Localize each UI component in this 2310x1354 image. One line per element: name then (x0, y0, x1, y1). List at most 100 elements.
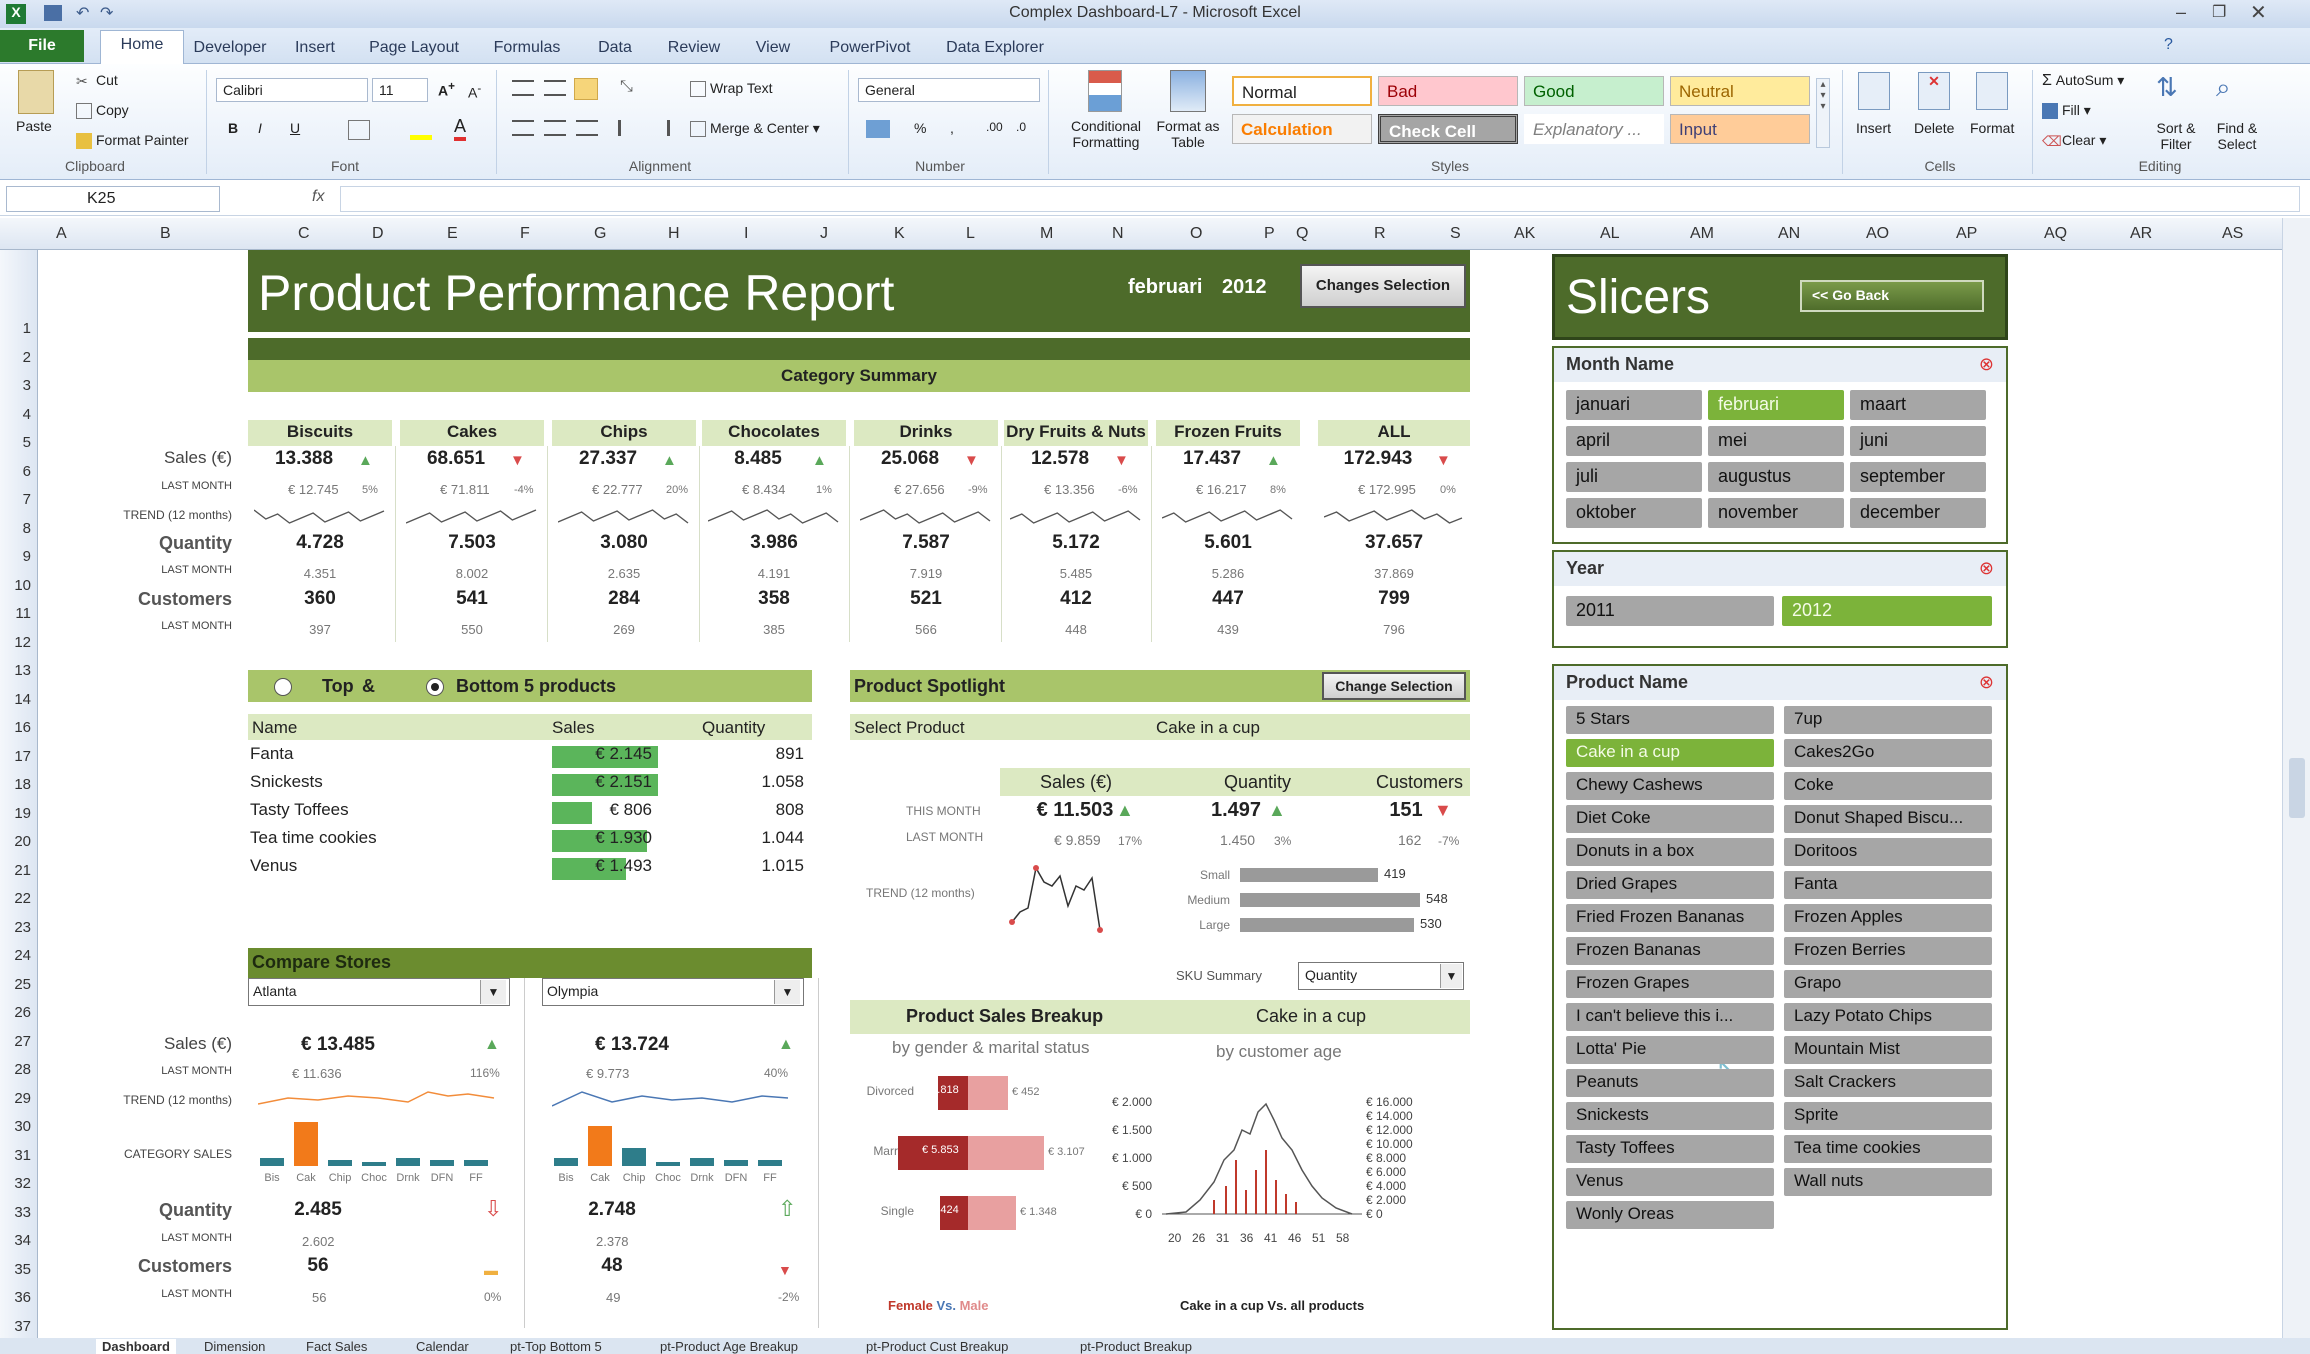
insert-function-icon[interactable]: fx (312, 188, 324, 206)
autosum-button[interactable]: Σ AutoSum ▾ (2042, 72, 2124, 90)
column-header[interactable]: B (160, 225, 171, 243)
row-header[interactable]: 16 (14, 719, 31, 736)
format-painter-button[interactable]: Format Painter (76, 132, 189, 150)
row-header[interactable]: 36 (14, 1289, 31, 1306)
tab-data[interactable]: Data (590, 34, 640, 64)
align-right-icon[interactable] (576, 120, 598, 136)
row-header[interactable]: 4 (23, 406, 31, 423)
sheet-tab[interactable]: Dimension (198, 1339, 271, 1354)
month-mei[interactable]: mei (1708, 426, 1844, 456)
style-calculation[interactable]: Calculation (1232, 114, 1372, 144)
top-radio[interactable] (274, 678, 292, 696)
minimize-icon[interactable]: – (2176, 2, 2186, 23)
sheet-tab[interactable]: Calendar (410, 1339, 475, 1354)
tab-view[interactable]: View (746, 34, 800, 64)
row-header[interactable]: 2 (23, 349, 31, 366)
format-as-table-button[interactable]: Format as Table (1146, 118, 1230, 150)
column-header[interactable]: F (520, 225, 530, 243)
merge-center-button[interactable]: Merge & Center ▾ (690, 120, 820, 138)
row-header[interactable]: 35 (14, 1261, 31, 1278)
row-header[interactable]: 10 (14, 577, 31, 594)
month-december[interactable]: december (1850, 498, 1986, 528)
insert-cells-icon[interactable] (1858, 72, 1890, 110)
fill-color-icon[interactable] (410, 120, 432, 140)
help-icon[interactable]: ? (2164, 36, 2173, 54)
row-header[interactable]: 12 (14, 634, 31, 651)
sheet-tab[interactable]: pt-Product Breakup (1074, 1339, 1198, 1354)
conditional-formatting-button[interactable]: Conditional Formatting (1058, 118, 1154, 150)
align-center-icon[interactable] (544, 120, 566, 136)
find-select-icon[interactable]: ⌕ (2216, 72, 2248, 110)
row-header[interactable]: 11 (15, 605, 31, 622)
product-peanuts[interactable]: Peanuts (1566, 1069, 1774, 1097)
product-doritoos[interactable]: Doritoos (1784, 838, 1992, 866)
sheet-tab[interactable]: pt-Top Bottom 5 (504, 1339, 608, 1354)
tab-file[interactable]: File (0, 30, 84, 62)
product-wall-nuts[interactable]: Wall nuts (1784, 1168, 1992, 1196)
product-salt-crackers[interactable]: Salt Crackers (1784, 1069, 1992, 1097)
column-header[interactable]: AO (1866, 225, 1889, 243)
font-color-icon[interactable]: A (454, 116, 467, 141)
style-normal[interactable]: Normal (1232, 76, 1372, 106)
row-header[interactable]: 20 (14, 833, 31, 850)
row-header[interactable]: 18 (14, 776, 31, 793)
format-cells-button[interactable]: Format (1970, 120, 2014, 136)
italic-icon[interactable]: I (258, 120, 262, 136)
column-header[interactable]: K (894, 225, 905, 243)
column-header[interactable]: AK (1514, 225, 1535, 243)
row-header[interactable]: 3 (23, 377, 31, 394)
month-juli[interactable]: juli (1566, 462, 1702, 492)
product-frozen-grapes[interactable]: Frozen Grapes (1566, 970, 1774, 998)
product-frozen-bananas[interactable]: Frozen Bananas (1566, 937, 1774, 965)
column-header[interactable]: AP (1956, 225, 1977, 243)
column-header[interactable]: I (744, 225, 748, 243)
sort-filter-icon[interactable]: ⇅ (2156, 72, 2188, 110)
wrap-text-button[interactable]: Wrap Text (690, 80, 773, 98)
tab-data-explorer[interactable]: Data Explorer (940, 34, 1050, 64)
column-header[interactable]: AS (2222, 225, 2243, 243)
format-cells-icon[interactable] (1976, 72, 2008, 110)
sheet-tab[interactable]: pt-Product Cust Breakup (860, 1339, 1014, 1354)
product-chewy-cashews[interactable]: Chewy Cashews (1566, 772, 1774, 800)
changes-selection-button[interactable]: Changes Selection (1300, 264, 1466, 308)
row-header[interactable]: 9 (23, 548, 31, 565)
year-2011[interactable]: 2011 (1566, 596, 1774, 626)
product-fanta[interactable]: Fanta (1784, 871, 1992, 899)
decrease-indent-icon[interactable] (618, 120, 640, 136)
align-left-icon[interactable] (512, 120, 534, 136)
row-header[interactable]: 1 (23, 320, 31, 337)
row-header[interactable]: 6 (23, 463, 31, 480)
product-snickests[interactable]: Snickests (1566, 1102, 1774, 1130)
bold-icon[interactable]: B (228, 120, 238, 136)
tab-home[interactable]: Home (100, 30, 184, 64)
row-header[interactable]: 13 (14, 662, 31, 679)
month-november[interactable]: november (1708, 498, 1844, 528)
row-header[interactable]: 21 (14, 862, 31, 879)
sheet-tab[interactable]: Dashboard (96, 1339, 176, 1354)
formula-input[interactable] (340, 186, 2300, 212)
style-explanatory[interactable]: Explanatory ... (1524, 114, 1664, 144)
month-maart[interactable]: maart (1850, 390, 1986, 420)
product-dried-grapes[interactable]: Dried Grapes (1566, 871, 1774, 899)
column-header[interactable]: AL (1600, 225, 1620, 243)
product-mountain-mist[interactable]: Mountain Mist (1784, 1036, 1992, 1064)
row-header[interactable]: 27 (14, 1033, 31, 1050)
column-header[interactable]: S (1450, 225, 1461, 243)
product-7up[interactable]: 7up (1784, 706, 1992, 734)
clear-button[interactable]: ⌫Clear ▾ (2042, 132, 2106, 149)
column-header[interactable]: AN (1778, 225, 1800, 243)
decrease-decimal-icon[interactable]: .0 (1016, 120, 1026, 134)
product-wonly-oreas[interactable]: Wonly Oreas (1566, 1201, 1774, 1229)
row-header[interactable]: 14 (14, 691, 31, 708)
borders-icon[interactable] (348, 120, 370, 140)
tab-page-layout[interactable]: Page Layout (364, 34, 464, 64)
vertical-scrollbar[interactable] (2282, 218, 2310, 1340)
column-header[interactable]: AR (2130, 225, 2152, 243)
bottom-radio[interactable] (426, 678, 444, 696)
paste-button[interactable]: Paste (16, 118, 52, 134)
accounting-format-icon[interactable] (866, 120, 890, 138)
column-header[interactable]: M (1040, 225, 1053, 243)
row-header[interactable]: 34 (14, 1232, 31, 1249)
insert-cells-button[interactable]: Insert (1856, 120, 1891, 136)
row-header[interactable]: 23 (14, 919, 31, 936)
